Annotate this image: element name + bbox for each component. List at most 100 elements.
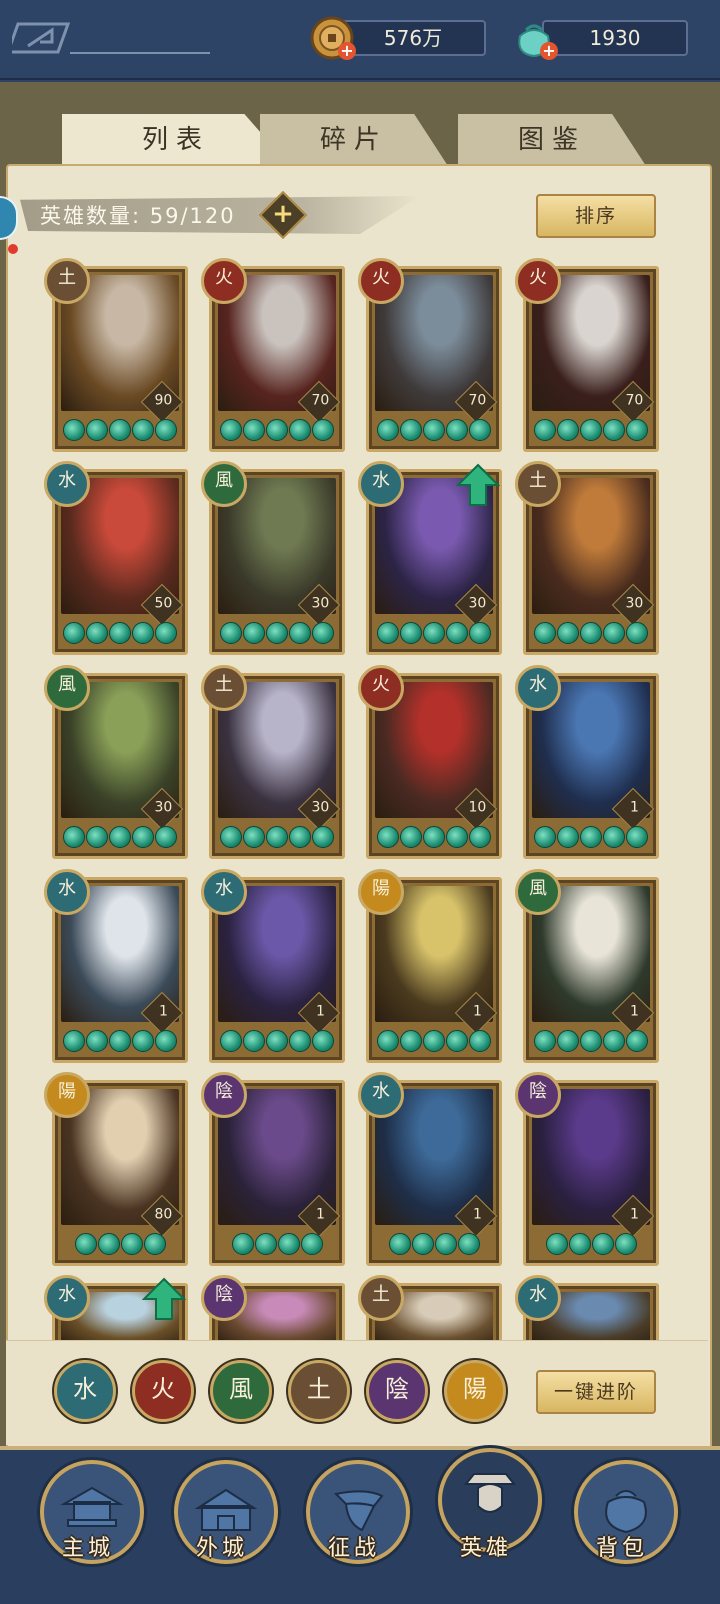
hero-portrait-icon — [463, 1473, 517, 1513]
jade-star-icon — [626, 826, 648, 848]
yang-element-icon: 陽 — [44, 1072, 90, 1118]
star-rating — [377, 826, 491, 848]
star-rating — [377, 1030, 491, 1052]
jade-star-icon — [109, 419, 131, 441]
level-value: 1 — [629, 1003, 639, 1020]
sort-button[interactable]: 排序 — [536, 194, 656, 238]
star-rating — [220, 622, 334, 644]
jade-star-icon — [109, 1030, 131, 1052]
jade-star-icon — [132, 419, 154, 441]
level-value: 70 — [625, 392, 644, 409]
level-value: 70 — [311, 392, 330, 409]
jade-currency[interactable]: 1930 + — [512, 16, 692, 60]
jade-star-icon — [132, 826, 154, 848]
water-element-icon: 水 — [44, 869, 90, 915]
level-value: 70 — [468, 392, 487, 409]
jade-star-icon — [98, 1233, 120, 1255]
level-value: 1 — [315, 1206, 325, 1223]
level-value: 1 — [629, 1206, 639, 1223]
water-element-icon: 水 — [358, 461, 404, 507]
yang-element-icon: 陽 — [358, 869, 404, 915]
level-value: 80 — [154, 1206, 173, 1223]
nav-label: 外城 — [195, 1536, 248, 1561]
jade-star-icon — [121, 1233, 143, 1255]
one-click-advance-button[interactable]: 一键进阶 — [536, 1370, 656, 1414]
jade-star-icon — [75, 1233, 97, 1255]
jade-amount: 1930 — [542, 20, 688, 56]
level-value: 30 — [311, 595, 330, 612]
level-value: 30 — [468, 595, 487, 612]
filter-yin[interactable]: 陰 — [366, 1360, 428, 1422]
jade-star-icon — [603, 622, 625, 644]
earth-element-icon: 土 — [358, 1275, 404, 1321]
jade-star-icon — [266, 826, 288, 848]
add-jade-icon[interactable]: + — [540, 42, 558, 60]
jade-star-icon — [312, 419, 334, 441]
plus-icon: + — [272, 199, 294, 229]
jade-star-icon — [580, 826, 602, 848]
level-value: 1 — [472, 1003, 482, 1020]
jade-star-icon — [312, 826, 334, 848]
earth-element-icon: 土 — [515, 461, 561, 507]
level-value: 30 — [311, 799, 330, 816]
jade-star-icon — [243, 826, 265, 848]
jade-star-icon — [220, 1030, 242, 1052]
star-rating — [75, 1233, 166, 1255]
filter-water[interactable]: 水 — [54, 1360, 116, 1422]
filter-fire[interactable]: 火 — [132, 1360, 194, 1422]
jade-star-icon — [63, 1030, 85, 1052]
jade-star-icon — [312, 1030, 334, 1052]
jade-star-icon — [557, 1030, 579, 1052]
jade-star-icon — [155, 419, 177, 441]
jade-star-icon — [469, 826, 491, 848]
jade-star-icon — [469, 622, 491, 644]
copper-amount: 576万 — [340, 20, 486, 56]
jade-star-icon — [377, 419, 399, 441]
copper-currency[interactable]: 576万 + — [310, 16, 490, 60]
jade-star-icon — [63, 419, 85, 441]
jade-star-icon — [144, 1233, 166, 1255]
jade-star-icon — [266, 419, 288, 441]
jade-star-icon — [557, 622, 579, 644]
water-element-icon: 水 — [515, 665, 561, 711]
level-value: 50 — [154, 595, 173, 612]
jade-star-icon — [534, 622, 556, 644]
jade-star-icon — [469, 1030, 491, 1052]
jade-star-icon — [626, 622, 648, 644]
add-copper-icon[interactable]: + — [338, 42, 356, 60]
jade-star-icon — [446, 419, 468, 441]
jade-star-icon — [155, 622, 177, 644]
star-rating — [220, 826, 334, 848]
hero-count-label: 英雄数量: 59/120 — [40, 204, 236, 228]
jade-star-icon — [534, 419, 556, 441]
jade-star-icon — [63, 622, 85, 644]
jade-star-icon — [603, 1030, 625, 1052]
fire-element-icon: 火 — [515, 258, 561, 304]
nav-label: 英雄 — [459, 1536, 512, 1561]
hero-count-banner: 英雄数量: 59/120 — [20, 196, 420, 234]
jade-star-icon — [446, 826, 468, 848]
yin-element-icon: 陰 — [201, 1275, 247, 1321]
filter-earth[interactable]: 土 — [288, 1360, 350, 1422]
star-rating — [377, 419, 491, 441]
wind-element-icon: 風 — [515, 869, 561, 915]
wind-element-icon: 風 — [44, 665, 90, 711]
jade-star-icon — [557, 419, 579, 441]
menu-emblem-icon[interactable] — [12, 20, 72, 56]
jade-star-icon — [534, 826, 556, 848]
star-rating — [534, 622, 648, 644]
jade-star-icon — [423, 826, 445, 848]
jade-star-icon — [469, 419, 491, 441]
jade-star-icon — [243, 419, 265, 441]
divider — [70, 52, 210, 54]
jade-star-icon — [132, 1030, 154, 1052]
filter-wind[interactable]: 風 — [210, 1360, 272, 1422]
jade-star-icon — [289, 622, 311, 644]
jade-star-icon — [377, 826, 399, 848]
water-element-icon: 水 — [201, 869, 247, 915]
jade-star-icon — [109, 826, 131, 848]
jade-star-icon — [580, 419, 602, 441]
jade-star-icon — [580, 622, 602, 644]
filter-yang[interactable]: 陽 — [444, 1360, 506, 1422]
fire-element-icon: 火 — [358, 258, 404, 304]
